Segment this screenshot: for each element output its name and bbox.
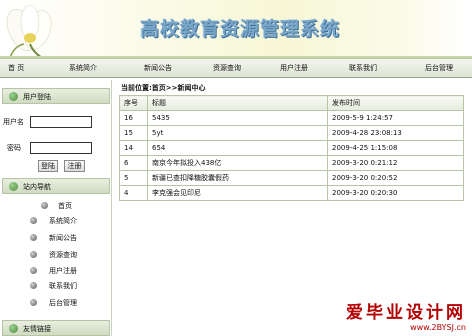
bullet-icon — [30, 234, 37, 241]
table-row: 5 新疆已查扣降糖胶囊假药 2009-3-20 0:20:52 — [119, 170, 464, 186]
sidebar-item-label: 新闻公告 — [49, 234, 77, 242]
news-title-link[interactable]: 南京今年拟投入438亿 — [147, 155, 328, 171]
news-title-link[interactable]: 654 — [147, 140, 328, 156]
sidebar-item-label: 资源查询 — [49, 251, 77, 259]
table-header-row: 序号 标题 发布时间 — [119, 95, 464, 111]
news-id: 4 — [119, 185, 148, 201]
watermark-url: www.2BYSJ.cn — [410, 323, 466, 332]
username-input[interactable] — [30, 116, 92, 128]
news-id: 6 — [119, 155, 148, 171]
sidebar-item-label: 后台管理 — [49, 299, 77, 307]
news-time: 2009-4-25 1:15:08 — [327, 140, 464, 156]
table-row: 6 南京今年拟投入438亿 2009-3-20 0:21:12 — [119, 155, 464, 171]
news-id: 5 — [119, 170, 148, 186]
login-panel-header: 用户登陆 — [2, 88, 110, 104]
column-header: 标题 — [147, 95, 328, 111]
news-time: 2009-5-9 1:24:57 — [327, 110, 464, 126]
watermark-text: 爱毕业设计网 — [346, 303, 466, 323]
news-id: 15 — [119, 125, 148, 141]
news-title-link[interactable]: 新疆已查扣降糖胶囊假药 — [147, 170, 328, 186]
sidebar-item-label: 系统简介 — [49, 217, 77, 225]
password-input[interactable] — [30, 142, 92, 154]
news-id: 16 — [119, 110, 148, 126]
bullet-icon — [30, 267, 37, 274]
bullet-icon — [30, 251, 37, 258]
links-panel-header: 友情链接 — [2, 320, 110, 336]
table-row: 4 李克强会见印尼 2009-3-20 0:20:30 — [119, 185, 464, 201]
column-header: 发布时间 — [327, 95, 464, 111]
link-icon — [9, 324, 18, 333]
register-button[interactable]: 注册 — [64, 160, 85, 172]
table-row: 14 654 2009-4-25 1:15:08 — [119, 140, 464, 156]
nav-news[interactable]: 新闻公告 — [144, 63, 172, 73]
user-icon — [9, 92, 18, 101]
bullet-icon — [41, 202, 48, 209]
nav-about[interactable]: 系统简介 — [69, 63, 97, 73]
sidebar-item-label: 用户注册 — [49, 267, 77, 275]
header-banner: 高校教育资源管理系统 — [0, 0, 472, 58]
breadcrumb: 当前位置:首页>>新闻中心 — [121, 84, 206, 92]
nav-resource-search[interactable]: 资源查询 — [213, 63, 241, 73]
nav-register[interactable]: 用户注册 — [280, 63, 308, 73]
sidebar-item-label: 联系我们 — [49, 282, 77, 290]
nav-icon — [9, 182, 18, 191]
news-time: 2009-4-28 23:08:13 — [327, 125, 464, 141]
bullet-icon — [30, 217, 37, 224]
news-table: 序号 标题 发布时间 16 5435 2009-5-9 1:24:57 15 5… — [119, 95, 464, 201]
bullet-icon — [30, 299, 37, 306]
nav-home[interactable]: 首 页 — [8, 63, 24, 73]
site-title: 高校教育资源管理系统 — [140, 18, 341, 40]
main-nav: 首 页 系统简介 新闻公告 资源查询 用户注册 联系我们 后台管理 — [0, 58, 472, 78]
links-panel-title: 友情链接 — [23, 325, 51, 333]
watermark: 爱毕业设计网 www.2BYSJ.cn — [346, 298, 466, 332]
password-label: 密码 — [7, 144, 21, 152]
news-id: 14 — [119, 140, 148, 156]
bullet-icon — [30, 282, 37, 289]
lily-flower-icon — [6, 4, 52, 58]
table-row: 15 5yt 2009-4-28 23:08:13 — [119, 125, 464, 141]
news-title-link[interactable]: 5yt — [147, 125, 328, 141]
sidebar-item-label: 首页 — [58, 202, 72, 210]
sidebar: 用户登陆 用户名 密码 登陆 注册 站内导航 首页 系统简介 新闻公告 资源查询… — [0, 80, 112, 336]
news-time: 2009-3-20 0:20:30 — [327, 185, 464, 201]
table-row: 16 5435 2009-5-9 1:24:57 — [119, 110, 464, 126]
nav-contact[interactable]: 联系我们 — [349, 63, 377, 73]
username-label: 用户名 — [3, 118, 24, 126]
login-button[interactable]: 登陆 — [38, 160, 58, 172]
news-time: 2009-3-20 0:20:52 — [327, 170, 464, 186]
login-panel-title: 用户登陆 — [23, 93, 51, 101]
news-time: 2009-3-20 0:21:12 — [327, 155, 464, 171]
news-title-link[interactable]: 5435 — [147, 110, 328, 126]
site-nav-header: 站内导航 — [2, 178, 110, 194]
nav-admin[interactable]: 后台管理 — [425, 63, 453, 73]
news-title-link[interactable]: 李克强会见印尼 — [147, 185, 328, 201]
site-nav-title: 站内导航 — [23, 183, 51, 191]
column-header: 序号 — [119, 95, 148, 111]
